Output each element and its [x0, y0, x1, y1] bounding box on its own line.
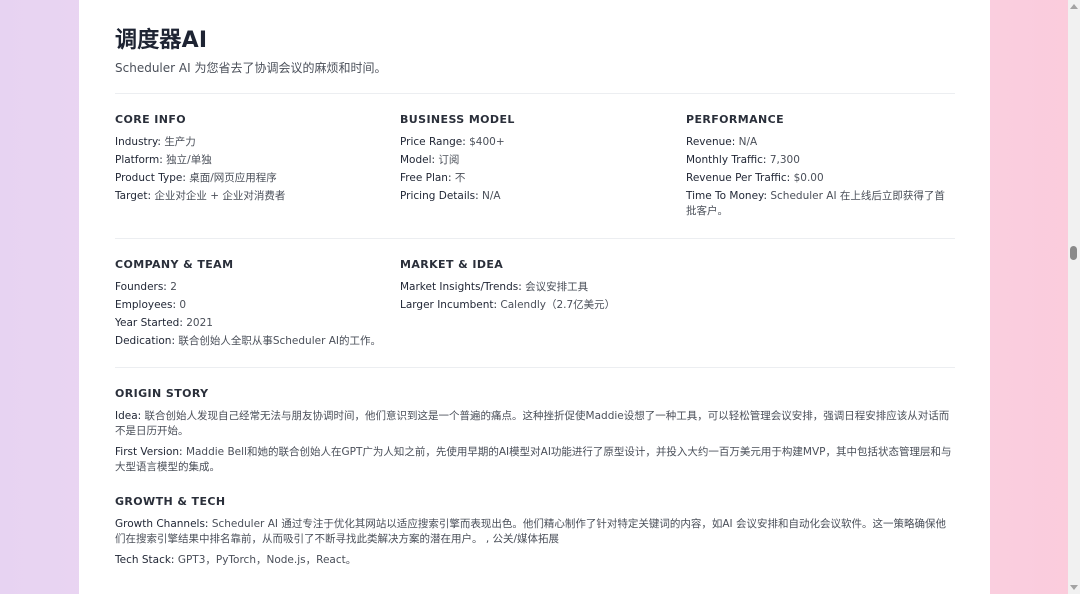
info-label: Revenue Per Traffic: — [686, 172, 791, 184]
info-label: Time To Money: — [686, 190, 768, 202]
market-idea-section: MARKET & IDEA Market Insights/Trends: 会议… — [400, 258, 680, 316]
info-label: Model: — [400, 154, 436, 166]
divider — [115, 93, 955, 94]
info-label: Target: — [115, 190, 152, 202]
info-label: Founders: — [115, 281, 167, 293]
info-value: 0 — [179, 299, 187, 311]
info-label: First Version: — [115, 446, 183, 458]
info-row: Target: 企业对企业 + 企业对消费者 — [115, 189, 385, 204]
info-row: Employees: 0 — [115, 298, 395, 313]
divider — [115, 238, 955, 239]
info-row: Pricing Details: N/A — [400, 189, 670, 204]
info-label: Revenue: — [686, 136, 736, 148]
info-row: Revenue: N/A — [686, 135, 955, 150]
divider — [115, 367, 955, 368]
info-row: Year Started: 2021 — [115, 316, 395, 331]
section-title: ORIGIN STORY — [115, 387, 209, 400]
scroll-down-arrow-icon[interactable] — [1070, 585, 1078, 590]
info-value: $0.00 — [793, 172, 824, 184]
info-value: 2021 — [186, 317, 213, 329]
info-label: Larger Incumbent: — [400, 299, 498, 311]
info-row: Price Range: $400+ — [400, 135, 670, 150]
business-model-section: BUSINESS MODEL Price Range: $400+ Model:… — [400, 113, 670, 207]
info-row: Free Plan: 不 — [400, 171, 670, 186]
story-paragraph: Growth Channels: Scheduler AI 通过专注于优化其网站… — [115, 517, 955, 547]
info-label: Pricing Details: — [400, 190, 479, 202]
info-label: Year Started: — [115, 317, 183, 329]
info-row: Revenue Per Traffic: $0.00 — [686, 171, 955, 186]
core-info-section: CORE INFO Industry: 生产力 Platform: 独立/单独 … — [115, 113, 385, 207]
info-value: 联合创始人全职从事Scheduler AI的工作。 — [178, 335, 382, 347]
info-value: Maddie Bell和她的联合创始人在GPT广为人知之前，先使用早期的AI模型… — [115, 446, 952, 473]
vertical-scrollbar[interactable] — [1068, 0, 1080, 594]
info-row: Product Type: 桌面/网页应用程序 — [115, 171, 385, 186]
info-row: Industry: 生产力 — [115, 135, 385, 150]
growth-tech-section: GROWTH & TECH Growth Channels: Scheduler… — [115, 495, 955, 574]
scrollbar-thumb[interactable] — [1070, 246, 1077, 260]
info-value: 独立/单独 — [166, 154, 212, 166]
info-label: Tech Stack: — [115, 554, 175, 566]
info-row: Time To Money: Scheduler AI 在上线后立即获得了首批客… — [686, 189, 955, 219]
info-value: N/A — [738, 136, 758, 148]
info-value: 桌面/网页应用程序 — [189, 172, 277, 184]
story-paragraph: First Version: Maddie Bell和她的联合创始人在GPT广为… — [115, 445, 955, 475]
info-label: Monthly Traffic: — [686, 154, 767, 166]
origin-story-section: ORIGIN STORY Idea: 联合创始人发现自己经常无法与朋友协调时间，… — [115, 387, 955, 481]
section-title: BUSINESS MODEL — [400, 113, 515, 126]
company-team-section: COMPANY & TEAM Founders: 2 Employees: 0 … — [115, 258, 395, 352]
info-value: N/A — [482, 190, 501, 202]
info-value: 7,300 — [769, 154, 800, 166]
info-label: Market Insights/Trends: — [400, 281, 522, 293]
info-row: Monthly Traffic: 7,300 — [686, 153, 955, 168]
story-paragraph: Idea: 联合创始人发现自己经常无法与朋友协调时间，他们意识到这是一个普遍的痛… — [115, 409, 955, 439]
info-label: Dedication: — [115, 335, 175, 347]
page-subtitle: Scheduler AI 为您省去了协调会议的麻烦和时间。 — [115, 61, 387, 75]
info-label: Growth Channels: — [115, 518, 209, 530]
info-value: 2 — [170, 281, 177, 293]
content-card: 调度器AI Scheduler AI 为您省去了协调会议的麻烦和时间。 CORE… — [79, 0, 990, 594]
info-label: Product Type: — [115, 172, 186, 184]
story-paragraph: Tech Stack: GPT3，PyTorch，Node.js，React。 — [115, 553, 955, 568]
info-value: $400+ — [469, 136, 505, 148]
info-label: Employees: — [115, 299, 177, 311]
info-row: Larger Incumbent: Calendly（2.7亿美元） — [400, 298, 680, 313]
info-value: Calendly（2.7亿美元） — [500, 299, 616, 311]
info-value: 不 — [454, 172, 466, 184]
info-label: Platform: — [115, 154, 163, 166]
page-title: 调度器AI — [115, 28, 208, 53]
section-title: MARKET & IDEA — [400, 258, 504, 271]
info-row: Founders: 2 — [115, 280, 395, 295]
info-label: Industry: — [115, 136, 161, 148]
section-title: CORE INFO — [115, 113, 187, 126]
info-value: Scheduler AI 通过专注于优化其网站以适应搜索引擎而表现出色。他们精心… — [115, 518, 946, 545]
info-label: Price Range: — [400, 136, 466, 148]
section-title: GROWTH & TECH — [115, 495, 226, 508]
info-value: 企业对企业 + 企业对消费者 — [154, 190, 286, 202]
info-row: Model: 订阅 — [400, 153, 670, 168]
info-value: 生产力 — [164, 136, 196, 148]
info-value: GPT3，PyTorch，Node.js，React。 — [177, 554, 357, 566]
info-label: Idea: — [115, 410, 142, 422]
info-label: Free Plan: — [400, 172, 452, 184]
info-value: 订阅 — [438, 154, 460, 166]
scroll-up-arrow-icon[interactable] — [1070, 4, 1078, 9]
info-value: 联合创始人发现自己经常无法与朋友协调时间，他们意识到这是一个普遍的痛点。这种挫折… — [115, 410, 950, 437]
section-title: COMPANY & TEAM — [115, 258, 234, 271]
performance-section: PERFORMANCE Revenue: N/A Monthly Traffic… — [686, 113, 955, 222]
info-row: Dedication: 联合创始人全职从事Scheduler AI的工作。 — [115, 334, 395, 349]
info-row: Market Insights/Trends: 会议安排工具 — [400, 280, 680, 295]
info-row: Platform: 独立/单独 — [115, 153, 385, 168]
section-title: PERFORMANCE — [686, 113, 785, 126]
info-value: 会议安排工具 — [525, 281, 589, 293]
